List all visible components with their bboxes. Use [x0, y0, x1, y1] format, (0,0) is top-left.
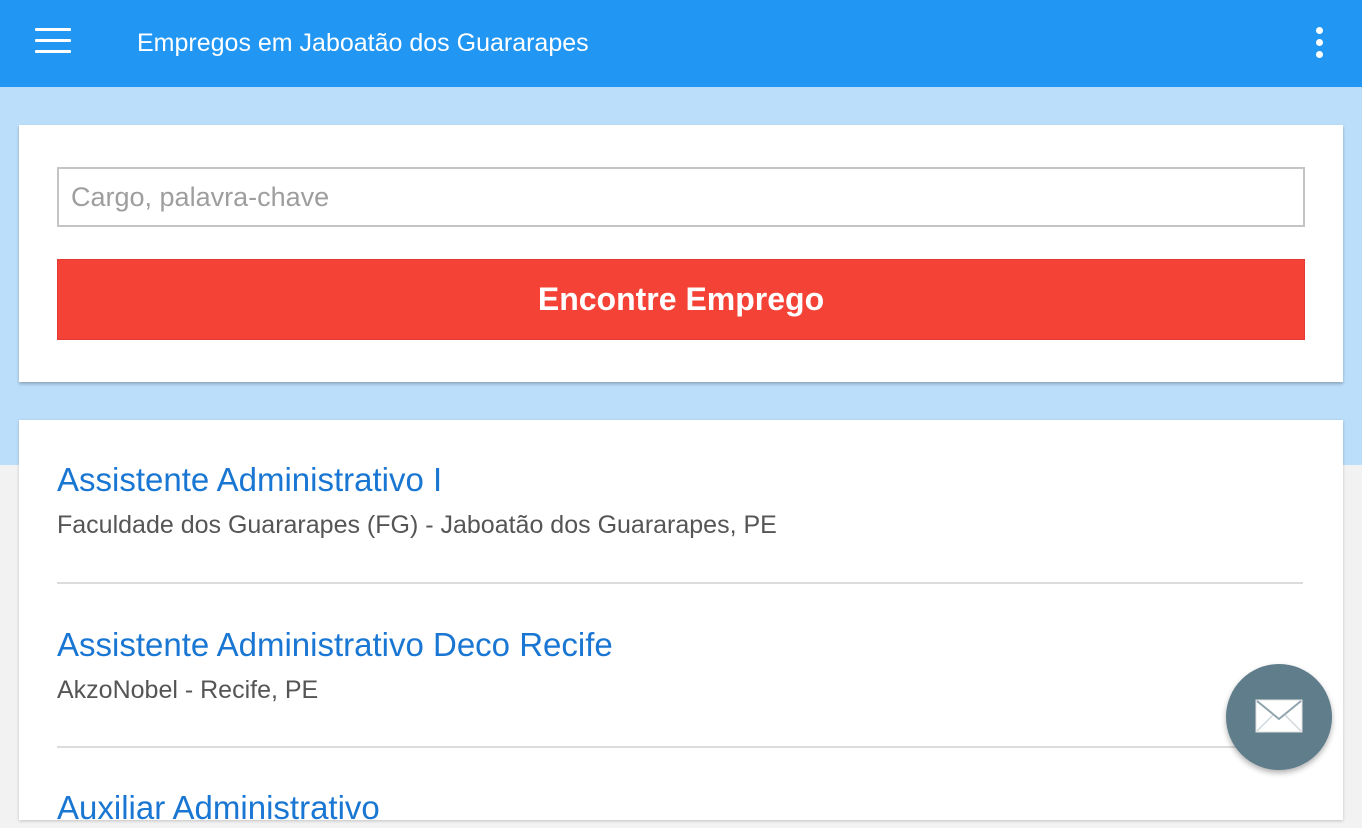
mail-icon	[1255, 699, 1303, 733]
search-input[interactable]	[57, 167, 1305, 227]
job-title[interactable]: Assistente Administrativo Deco Recife	[57, 625, 1303, 665]
job-list-item[interactable]: Assistente Administrativo I Faculdade do…	[57, 460, 1303, 540]
hamburger-menu-icon[interactable]	[35, 28, 71, 56]
job-company-location: Faculdade dos Guararapes (FG) - Jaboatão…	[57, 511, 777, 539]
search-button[interactable]: Encontre Emprego	[57, 259, 1305, 340]
search-card: Encontre Emprego	[19, 125, 1343, 382]
job-results-list: Assistente Administrativo I Faculdade do…	[19, 420, 1343, 826]
divider	[57, 582, 1303, 584]
more-vert-icon[interactable]	[1306, 24, 1334, 62]
job-list-item[interactable]: Auxiliar Administrativo	[57, 788, 1303, 828]
job-company-location: AkzoNobel - Recife, PE	[57, 676, 319, 704]
mail-fab-button[interactable]	[1226, 664, 1332, 770]
job-list-item[interactable]: Assistente Administrativo Deco Recife Ak…	[57, 625, 1303, 705]
page-title: Empregos em Jaboatão dos Guararapes	[137, 29, 589, 57]
job-title[interactable]: Auxiliar Administrativo	[57, 788, 1303, 828]
job-title[interactable]: Assistente Administrativo I	[57, 460, 1303, 500]
app-bar: Empregos em Jaboatão dos Guararapes	[0, 0, 1362, 87]
divider	[57, 746, 1303, 748]
